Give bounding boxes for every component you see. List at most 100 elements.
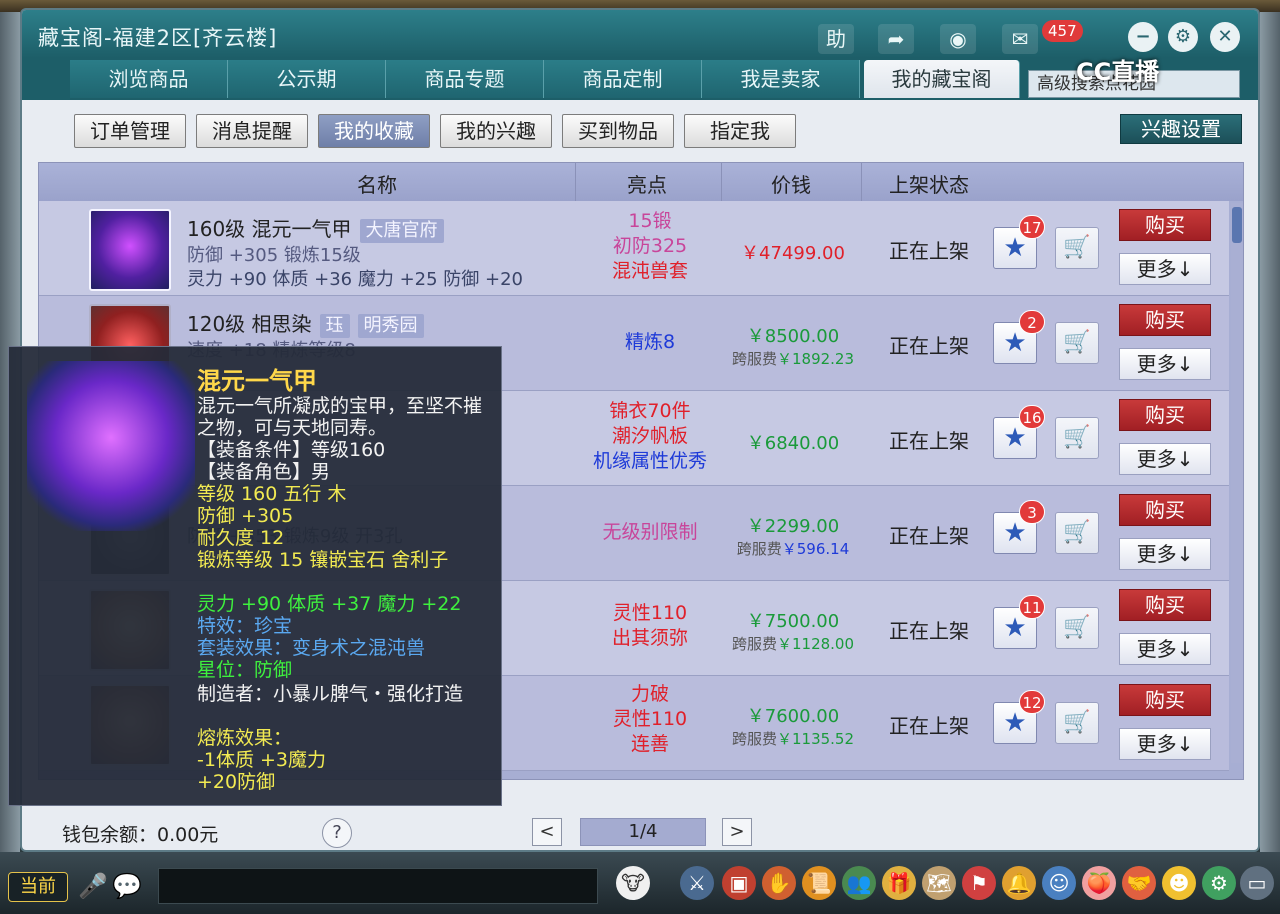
hand-icon[interactable]: ✋ <box>762 866 796 900</box>
subtab-bought[interactable]: 买到物品 <box>562 114 674 148</box>
system-icon[interactable]: ⚙ <box>1202 866 1236 900</box>
close-icon[interactable]: ✕ <box>1210 22 1240 52</box>
scroll-icon[interactable]: 📜 <box>802 866 836 900</box>
tooltip-line: 套装效果：变身术之混沌兽 <box>197 637 426 659</box>
subtab-assigned[interactable]: 指定我 <box>684 114 796 148</box>
chat-input[interactable] <box>158 868 598 904</box>
subtab-favorites[interactable]: 我的收藏 <box>318 114 430 148</box>
chat-bubble-icon[interactable]: 💬 <box>112 872 142 900</box>
listing-status: 正在上架 <box>889 334 969 358</box>
pet-icon[interactable]: 🐮 <box>616 866 650 900</box>
table-scrollbar[interactable] <box>1231 203 1243 763</box>
item-price: ￥8500.00 跨服费￥1892.23 <box>723 322 863 369</box>
cart-icon[interactable]: 🛒 <box>1055 227 1099 269</box>
friends-icon[interactable]: ☺ <box>1042 866 1076 900</box>
map-icon[interactable]: 🗺 <box>922 866 956 900</box>
settings-icon[interactable]: ⚙ <box>1168 22 1198 52</box>
tooltip-line: 熔炼效果： <box>197 727 293 749</box>
cross-fee-label: 跨服费 <box>731 350 777 368</box>
favorite-count: 3 <box>1019 500 1045 524</box>
peach-icon[interactable]: 🍑 <box>1082 866 1116 900</box>
price-value: ￥47499.00 <box>741 243 845 264</box>
prev-page-button[interactable]: < <box>532 818 562 846</box>
item-attr-secondary: 灵力 +90 体质 +36 魔力 +25 防御 +20 <box>187 269 523 290</box>
col-sep <box>861 163 862 201</box>
buy-button[interactable]: 购买 <box>1119 494 1211 526</box>
price-value: ￥6840.00 <box>746 433 840 454</box>
tab-publicity[interactable]: 公示期 <box>228 60 386 98</box>
interest-settings-button[interactable]: 兴趣设置 <box>1120 114 1242 144</box>
highlight-text: 锦衣70件 <box>609 400 691 422</box>
minimize-icon[interactable]: − <box>1128 22 1158 52</box>
cart-icon[interactable]: 🛒 <box>1055 512 1099 554</box>
tab-my-treasure[interactable]: 我的藏宝阁 <box>864 60 1020 98</box>
more-button[interactable]: 更多↓ <box>1119 633 1211 665</box>
tooltip-line: 耐久度 12 <box>197 527 285 549</box>
smile-icon[interactable]: ☻ <box>1162 866 1196 900</box>
help-button[interactable]: 助 <box>818 24 854 54</box>
microphone-icon[interactable]: 🎤 <box>78 872 108 900</box>
item-highlights: 锦衣70件 潮汐帆板 机缘属性优秀 <box>577 399 723 474</box>
gift-icon[interactable]: 🎁 <box>882 866 916 900</box>
subtab-orders[interactable]: 订单管理 <box>74 114 186 148</box>
computer-icon[interactable]: ▭ <box>1240 866 1274 900</box>
flag-icon[interactable]: ⚑ <box>962 866 996 900</box>
record-icon[interactable]: ◉ <box>940 24 976 54</box>
wallet-help-icon[interactable]: ? <box>322 818 352 848</box>
share-icon[interactable]: ➦ <box>878 24 914 54</box>
cross-fee-value: ￥1135.52 <box>776 730 855 748</box>
more-button[interactable]: 更多↓ <box>1119 348 1211 380</box>
highlight-text: 初防325 <box>612 235 688 257</box>
subtab-messages[interactable]: 消息提醒 <box>196 114 308 148</box>
tooltip-line: 【装备条件】等级160 <box>197 439 386 461</box>
favorite-count: 2 <box>1019 310 1045 334</box>
chest-icon[interactable]: ▣ <box>722 866 756 900</box>
favorite-count: 11 <box>1019 595 1045 619</box>
cart-icon[interactable]: 🛒 <box>1055 417 1099 459</box>
table-row[interactable]: 160级 混元一气甲 大唐官府 防御 +305 锻炼15级 灵力 +90 体质 +… <box>39 201 1229 296</box>
more-button[interactable]: 更多↓ <box>1119 253 1211 285</box>
tab-topics[interactable]: 商品专题 <box>386 60 544 98</box>
cart-icon[interactable]: 🛒 <box>1055 322 1099 364</box>
tooltip-line: -1体质 +3魔力 <box>197 749 326 771</box>
item-thumbnail[interactable] <box>89 209 171 291</box>
team-icon[interactable]: 👥 <box>842 866 876 900</box>
item-highlights: 15锻 初防325 混沌兽套 <box>577 209 723 284</box>
highlight-text: 灵性110 <box>612 708 688 730</box>
item-highlights: 精炼8 <box>577 330 723 355</box>
next-page-button[interactable]: > <box>722 818 752 846</box>
message-icon[interactable]: ✉ <box>1002 24 1038 54</box>
highlight-text: 灵性110 <box>612 602 688 624</box>
scrollbar-thumb[interactable] <box>1232 207 1242 243</box>
sword-icon[interactable]: ⚔ <box>680 866 714 900</box>
more-button[interactable]: 更多↓ <box>1119 443 1211 475</box>
bell-icon[interactable]: 🔔 <box>1002 866 1036 900</box>
buy-button[interactable]: 购买 <box>1119 589 1211 621</box>
more-button[interactable]: 更多↓ <box>1119 538 1211 570</box>
item-price: ￥6840.00 <box>723 429 863 455</box>
price-value: ￥7600.00 <box>746 706 840 727</box>
buy-button[interactable]: 购买 <box>1119 399 1211 431</box>
item-name-text: 160级 混元一气甲 <box>187 217 352 241</box>
cross-fee-label: 跨服费 <box>731 730 777 748</box>
highlight-text: 混沌兽套 <box>611 260 688 282</box>
tab-custom[interactable]: 商品定制 <box>544 60 702 98</box>
more-button[interactable]: 更多↓ <box>1119 728 1211 760</box>
item-price: ￥2299.00 跨服费￥596.14 <box>723 512 863 559</box>
cc-live-watermark: CC直播 <box>1076 58 1160 86</box>
highlight-text: 潮汐帆板 <box>611 425 688 447</box>
cross-server-fee: 跨服费￥1135.52 <box>723 728 863 749</box>
cart-icon[interactable]: 🛒 <box>1055 702 1099 744</box>
channel-current-button[interactable]: 当前 <box>8 872 68 902</box>
buy-button[interactable]: 购买 <box>1119 209 1211 241</box>
buy-button[interactable]: 购买 <box>1119 684 1211 716</box>
cart-icon[interactable]: 🛒 <box>1055 607 1099 649</box>
subtab-interests[interactable]: 我的兴趣 <box>440 114 552 148</box>
location-tag: 明秀园 <box>357 314 424 338</box>
listing-status: 正在上架 <box>889 524 969 548</box>
buy-button[interactable]: 购买 <box>1119 304 1211 336</box>
game-side-right <box>1260 12 1280 852</box>
tab-seller[interactable]: 我是卖家 <box>702 60 860 98</box>
tab-browse[interactable]: 浏览商品 <box>70 60 228 98</box>
handshake-icon[interactable]: 🤝 <box>1122 866 1156 900</box>
